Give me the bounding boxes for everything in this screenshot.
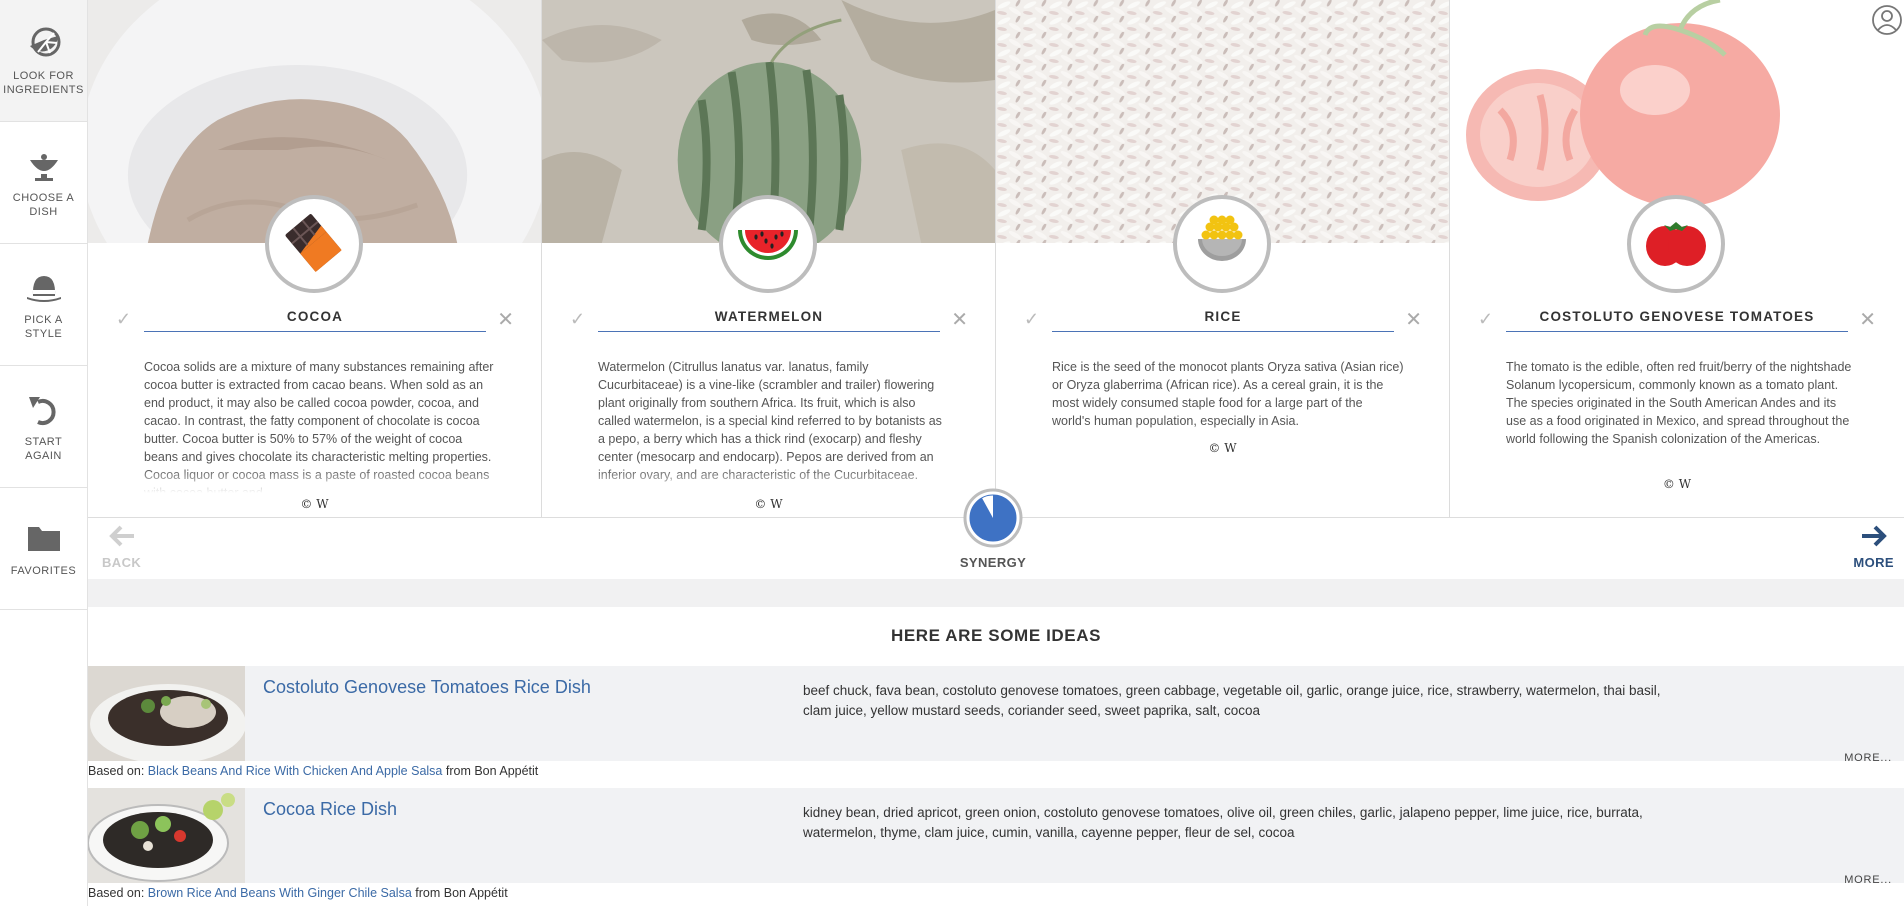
rice-ingredient-badge — [1173, 195, 1271, 293]
check-icon[interactable]: ✓ — [1478, 309, 1493, 330]
creative-commons-wikipedia-credit[interactable]: © W — [996, 441, 1449, 455]
arrow-right-icon — [1860, 524, 1888, 553]
card-divider — [1506, 331, 1848, 332]
sidebar-item-label: CHOOSE A DISH — [12, 191, 75, 218]
tomatoes-ingredient-badge — [1627, 195, 1725, 293]
card-title: RICE — [1204, 309, 1242, 324]
ingredient-card-cocoa: ✓ COCOA ✕ Cocoa solids are a mixture of … — [88, 0, 542, 517]
close-icon[interactable]: ✕ — [1405, 307, 1422, 332]
ingredient-card-costoluto-genovese-tomatoes: ✓ COSTOLUTO GENOVESE TOMATOES ✕ The toma… — [1450, 0, 1904, 517]
source-publication: from Bon Appétit — [442, 764, 539, 778]
sidebar-item-label: START AGAIN — [24, 435, 63, 462]
back-button[interactable]: BACK — [102, 524, 141, 570]
card-title: COSTOLUTO GENOVESE TOMATOES — [1539, 309, 1815, 324]
sidebar-item-label: PICK A STYLE — [24, 313, 63, 340]
card-title: WATERMELON — [714, 309, 824, 324]
close-icon[interactable]: ✕ — [951, 307, 968, 332]
source-publication: from Bon Appétit — [411, 886, 508, 900]
lemon-slice-icon — [22, 25, 66, 63]
close-icon[interactable]: ✕ — [497, 307, 514, 332]
folder-icon — [22, 520, 66, 558]
sidebar-item-look-for-ingredients[interactable]: LOOK FOR INGREDIENTS — [0, 0, 87, 122]
arrow-left-icon — [108, 524, 136, 553]
section-divider — [88, 579, 1904, 607]
serving-dish-icon — [22, 147, 66, 185]
more-button[interactable]: MORE — [1853, 524, 1894, 570]
sidebar-item-choose-a-dish[interactable]: CHOOSE A DISH — [0, 122, 87, 244]
cocoa-ingredient-badge — [265, 195, 363, 293]
check-icon[interactable]: ✓ — [570, 309, 585, 330]
idea-based-on: Based on: Black Beans And Rice With Chic… — [88, 764, 538, 778]
rice-bowl-icon — [1192, 215, 1252, 274]
sidebar-item-label: FAVORITES — [10, 564, 77, 577]
undo-arrow-icon — [22, 391, 66, 429]
idea-title[interactable]: Cocoa Rice Dish — [263, 799, 397, 820]
card-description: Rice is the seed of the monocot plants O… — [1052, 360, 1404, 428]
card-divider — [144, 331, 486, 332]
sidebar-item-label: LOOK FOR INGREDIENTS — [3, 69, 84, 96]
idea-more-link[interactable]: MORE... — [1844, 752, 1892, 764]
source-recipe-link[interactable]: Brown Rice And Beans With Ginger Chile S… — [148, 886, 412, 900]
close-icon[interactable]: ✕ — [1859, 307, 1876, 332]
card-description: Cocoa solids are a mixture of many subst… — [144, 360, 494, 493]
creative-commons-wikipedia-credit[interactable]: © W — [1450, 477, 1904, 491]
watermelon-ingredient-badge — [719, 195, 817, 293]
creative-commons-wikipedia-credit[interactable]: © W — [542, 497, 995, 511]
back-label: BACK — [102, 555, 142, 570]
idea-ingredients: kidney bean, dried apricot, green onion,… — [803, 805, 1643, 840]
card-divider — [1052, 331, 1394, 332]
check-icon[interactable]: ✓ — [116, 309, 131, 330]
synergy-meter[interactable]: SYNERGY — [959, 488, 1027, 570]
idea-ingredients: beef chuck, fava bean, costoluto genoves… — [803, 683, 1661, 718]
source-recipe-link[interactable]: Black Beans And Rice With Chicken And Ap… — [148, 764, 443, 778]
bowler-hat-icon — [22, 269, 66, 307]
based-on-prefix: Based on: — [88, 764, 148, 778]
user-profile-icon[interactable] — [1872, 3, 1902, 37]
card-divider — [598, 331, 940, 332]
chocolate-bar-icon — [284, 212, 344, 277]
card-title: COCOA — [286, 309, 344, 324]
sidebar-item-pick-a-style[interactable]: PICK A STYLE — [0, 244, 87, 366]
app-root: LOOK FOR INGREDIENTS CHOOSE A DISH PICK … — [0, 0, 1904, 906]
check-icon[interactable]: ✓ — [1024, 309, 1039, 330]
more-label: MORE — [1853, 555, 1894, 570]
idea-row: Costoluto Genovese Tomatoes Rice Dish be… — [88, 666, 1904, 778]
watermelon-slice-icon — [736, 222, 800, 267]
idea-dish-photo[interactable] — [88, 788, 245, 883]
synergy-level-fill — [970, 495, 1016, 541]
idea-title[interactable]: Costoluto Genovese Tomatoes Rice Dish — [263, 677, 591, 698]
card-description: The tomato is the edible, often red frui… — [1506, 360, 1852, 446]
ideas-heading: HERE ARE SOME IDEAS — [890, 626, 1102, 645]
synergy-label: SYNERGY — [959, 555, 1027, 570]
synergy-gauge-icon — [963, 488, 1023, 553]
idea-more-link[interactable]: MORE... — [1844, 874, 1892, 886]
idea-dish-photo[interactable] — [88, 666, 245, 761]
idea-based-on: Based on: Brown Rice And Beans With Ging… — [88, 886, 508, 900]
navigation-controls: BACK SYNERGY MORE — [88, 488, 1904, 579]
tomato-icon — [1644, 214, 1708, 275]
sidebar-item-start-again[interactable]: START AGAIN — [0, 366, 87, 488]
ingredient-cards: ✓ COCOA ✕ Cocoa solids are a mixture of … — [88, 0, 1904, 517]
card-description: Watermelon (Citrullus lanatus var. lanat… — [598, 360, 942, 482]
ingredient-card-rice: ✓ RICE ✕ Rice is the seed of the monocot… — [996, 0, 1450, 517]
sidebar-item-favorites[interactable]: FAVORITES — [0, 488, 87, 610]
ingredient-card-watermelon: ✓ WATERMELON ✕ Watermelon (Citrullus lan… — [542, 0, 996, 517]
sidebar: LOOK FOR INGREDIENTS CHOOSE A DISH PICK … — [0, 0, 88, 906]
based-on-prefix: Based on: — [88, 886, 148, 900]
idea-row: Cocoa Rice Dish kidney bean, dried apric… — [88, 788, 1904, 900]
creative-commons-wikipedia-credit[interactable]: © W — [88, 497, 541, 511]
